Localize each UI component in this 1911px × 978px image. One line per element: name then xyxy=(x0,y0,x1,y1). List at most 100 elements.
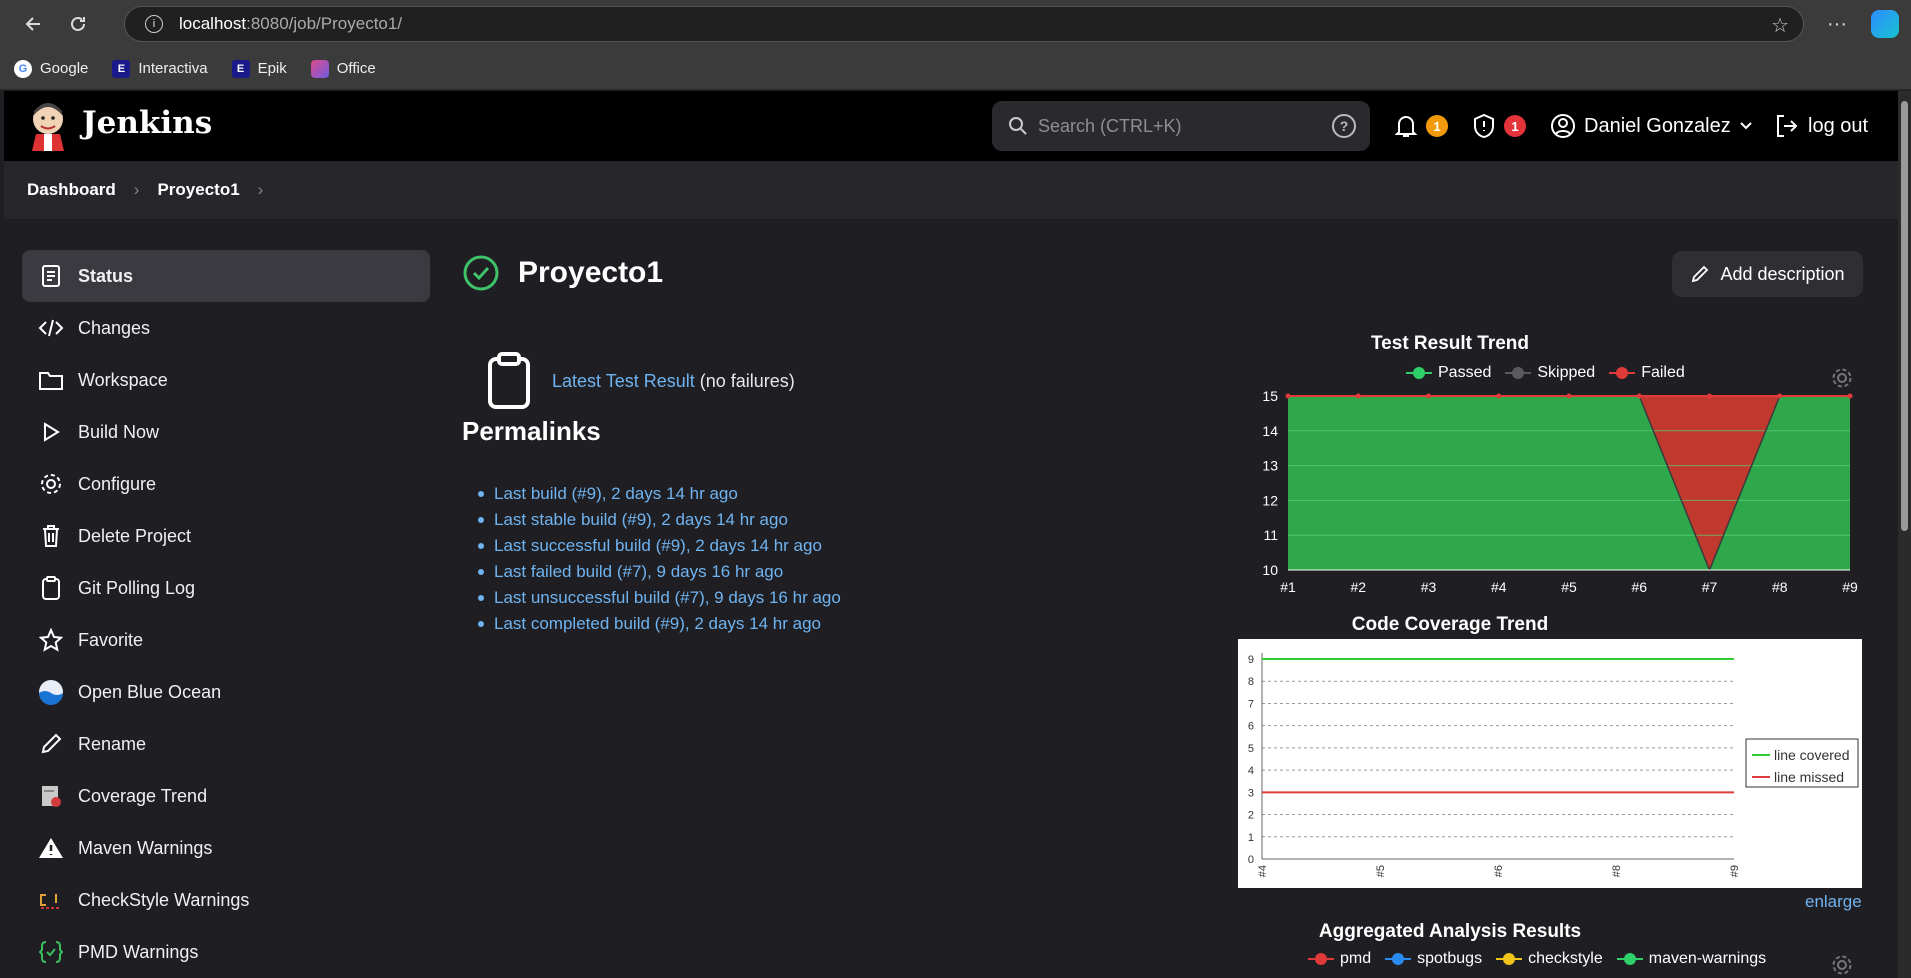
user-name: Daniel Gonzalez xyxy=(1584,114,1731,137)
sidebar-item-open-blue-ocean[interactable]: Open Blue Ocean xyxy=(22,666,430,718)
x-tick-label: #4 xyxy=(1491,579,1507,595)
more-menu-icon[interactable]: ··· xyxy=(1827,13,1847,36)
legend-label: maven-warnings xyxy=(1648,950,1767,967)
clipboard-icon xyxy=(488,352,530,409)
permalink-last-build[interactable]: Last build (#9), 2 days 14 hr ago xyxy=(494,484,738,504)
code-icon xyxy=(38,315,64,341)
sidebar-item-delete-project[interactable]: Delete Project xyxy=(22,510,430,562)
sidebar-item-label: Workspace xyxy=(78,369,168,390)
x-tick-label: #9 xyxy=(1729,865,1741,877)
success-check-icon xyxy=(463,255,499,291)
enlarge-link[interactable]: enlarge xyxy=(1805,892,1862,912)
bookmark-google[interactable]: G Google xyxy=(14,59,88,78)
y-tick-label: 7 xyxy=(1248,698,1254,710)
bookmarks-bar: G Google E Interactiva E Epik Office xyxy=(0,48,1911,90)
shield-icon xyxy=(1474,113,1494,139)
sidebar-item-label: Coverage Trend xyxy=(78,785,208,806)
chevron-down-icon xyxy=(1740,122,1752,130)
clipboard-icon xyxy=(38,575,64,601)
sidebar-item-status[interactable]: Status xyxy=(22,250,430,302)
logout-button[interactable]: log out xyxy=(1774,113,1868,139)
jenkins-logo-icon[interactable] xyxy=(28,101,68,151)
search-input[interactable]: Search (CTRL+K) ? xyxy=(992,101,1370,151)
bookmark-office[interactable]: Office xyxy=(310,59,376,78)
favorite-star-icon[interactable]: ☆ xyxy=(1771,13,1789,38)
bookmark-label: Office xyxy=(336,60,376,77)
sidebar-item-label: Git Polling Log xyxy=(78,577,196,598)
latest-test-result-note: (no failures) xyxy=(699,370,795,391)
page-scrollbar[interactable] xyxy=(1898,91,1911,978)
chevron-right-icon[interactable]: › xyxy=(258,180,264,200)
y-tick-label: 11 xyxy=(1263,527,1278,543)
permalink-last-unsuccessful-build[interactable]: Last unsuccessful build (#7), 9 days 16 … xyxy=(494,588,841,608)
latest-test-result: Latest Test Result (no failures) xyxy=(486,352,795,410)
sidebar-item-configure[interactable]: Configure xyxy=(22,458,430,510)
sidebar-item-pmd-warnings[interactable]: PMD Warnings xyxy=(22,926,430,978)
y-tick-label: 3 xyxy=(1248,787,1254,799)
test-trend-title: Test Result Trend xyxy=(1370,333,1529,354)
bookmark-epik[interactable]: E Epik xyxy=(231,59,287,78)
failed-point xyxy=(1847,393,1853,399)
x-tick-label: #5 xyxy=(1561,579,1577,595)
google-icon: G xyxy=(14,59,32,78)
sidebar-item-build-now[interactable]: Build Now xyxy=(22,406,430,458)
notifications-button[interactable]: 1 xyxy=(1394,113,1448,139)
address-bar[interactable]: i localhost:8080/job/Proyecto1/ ☆ xyxy=(124,6,1804,42)
sidebar-item-changes[interactable]: Changes xyxy=(22,302,430,354)
sidebar-item-checkstyle-warnings[interactable]: CheckStyle Warnings xyxy=(22,874,430,926)
y-tick-label: 14 xyxy=(1262,423,1278,439)
latest-test-result-link[interactable]: Latest Test Result xyxy=(552,371,695,391)
help-icon[interactable]: ? xyxy=(1332,114,1356,138)
permalink-last-stable-build[interactable]: Last stable build (#9), 2 days 14 hr ago xyxy=(494,510,788,530)
add-description-button[interactable]: Add description xyxy=(1672,251,1863,297)
user-icon xyxy=(1551,114,1575,138)
security-badge: 1 xyxy=(1504,115,1526,137)
legend-spotbugs[interactable]: spotbugs xyxy=(1385,950,1482,968)
failed-point xyxy=(1285,393,1291,399)
code-coverage-trend-chart[interactable]: 0 1 2 3 4 5 6 7 8 9 #4 #5 #6 #8 #9 line covered line mis… xyxy=(1238,639,1862,888)
legend-marker xyxy=(1308,953,1334,965)
breadcrumb-proyecto1[interactable]: Proyecto1 xyxy=(157,180,239,200)
legend-checkstyle[interactable]: checkstyle xyxy=(1496,950,1603,968)
info-icon[interactable]: i xyxy=(145,15,163,33)
y-tick-label: 12 xyxy=(1262,492,1278,508)
sidebar-item-label: Changes xyxy=(78,317,151,338)
breadcrumb-dashboard[interactable]: Dashboard xyxy=(27,180,116,200)
legend-label: line covered xyxy=(1774,747,1850,763)
permalink-last-failed-build[interactable]: Last failed build (#7), 9 days 16 hr ago xyxy=(494,562,783,582)
project-name: Proyecto1 xyxy=(518,256,664,289)
jenkins-title[interactable]: Jenkins xyxy=(82,105,212,141)
permalink-item: Last completed build (#9), 2 days 14 hr … xyxy=(494,611,841,637)
failed-point xyxy=(1777,393,1783,399)
security-button[interactable]: 1 xyxy=(1472,113,1526,139)
bookmark-interactiva[interactable]: E Interactiva xyxy=(112,59,208,78)
y-tick-label: 10 xyxy=(1262,562,1278,578)
scroll-thumb[interactable] xyxy=(1901,101,1908,531)
pencil-icon xyxy=(38,731,64,757)
back-icon[interactable] xyxy=(16,6,52,42)
legend-failed[interactable]: Failed xyxy=(1609,364,1685,382)
legend-skipped[interactable]: Skipped xyxy=(1505,364,1595,382)
legend-maven-warnings[interactable]: maven-warnings xyxy=(1616,950,1767,968)
reload-icon[interactable] xyxy=(60,6,96,42)
sidebar-item-rename[interactable]: Rename xyxy=(22,718,430,770)
user-menu[interactable]: Daniel Gonzalez xyxy=(1550,113,1753,139)
test-trend-settings-gear-icon[interactable] xyxy=(1831,367,1853,389)
permalinks-heading: Permalinks xyxy=(462,416,601,446)
legend-pmd[interactable]: pmd xyxy=(1308,950,1371,968)
sidebar-item-workspace[interactable]: Workspace xyxy=(22,354,430,406)
aggregated-settings-gear-icon[interactable] xyxy=(1831,954,1853,976)
sidebar-item-favorite[interactable]: Favorite xyxy=(22,614,430,666)
y-tick-label: 9 xyxy=(1248,654,1254,666)
failed-point xyxy=(1355,393,1361,399)
copilot-icon[interactable] xyxy=(1871,10,1899,38)
y-tick-label: 13 xyxy=(1262,458,1278,474)
checkstyle-icon xyxy=(38,887,64,913)
sidebar-item-git-polling-log[interactable]: Git Polling Log xyxy=(22,562,430,614)
permalink-last-completed-build[interactable]: Last completed build (#9), 2 days 14 hr … xyxy=(494,614,821,634)
sidebar-item-coverage-trend[interactable]: Coverage Trend xyxy=(22,770,430,822)
sidebar-item-maven-warnings[interactable]: Maven Warnings xyxy=(22,822,430,874)
permalink-last-successful-build[interactable]: Last successful build (#9), 2 days 14 hr… xyxy=(494,536,822,556)
x-tick-label: #6 xyxy=(1631,579,1647,595)
legend-passed[interactable]: Passed xyxy=(1406,364,1491,382)
